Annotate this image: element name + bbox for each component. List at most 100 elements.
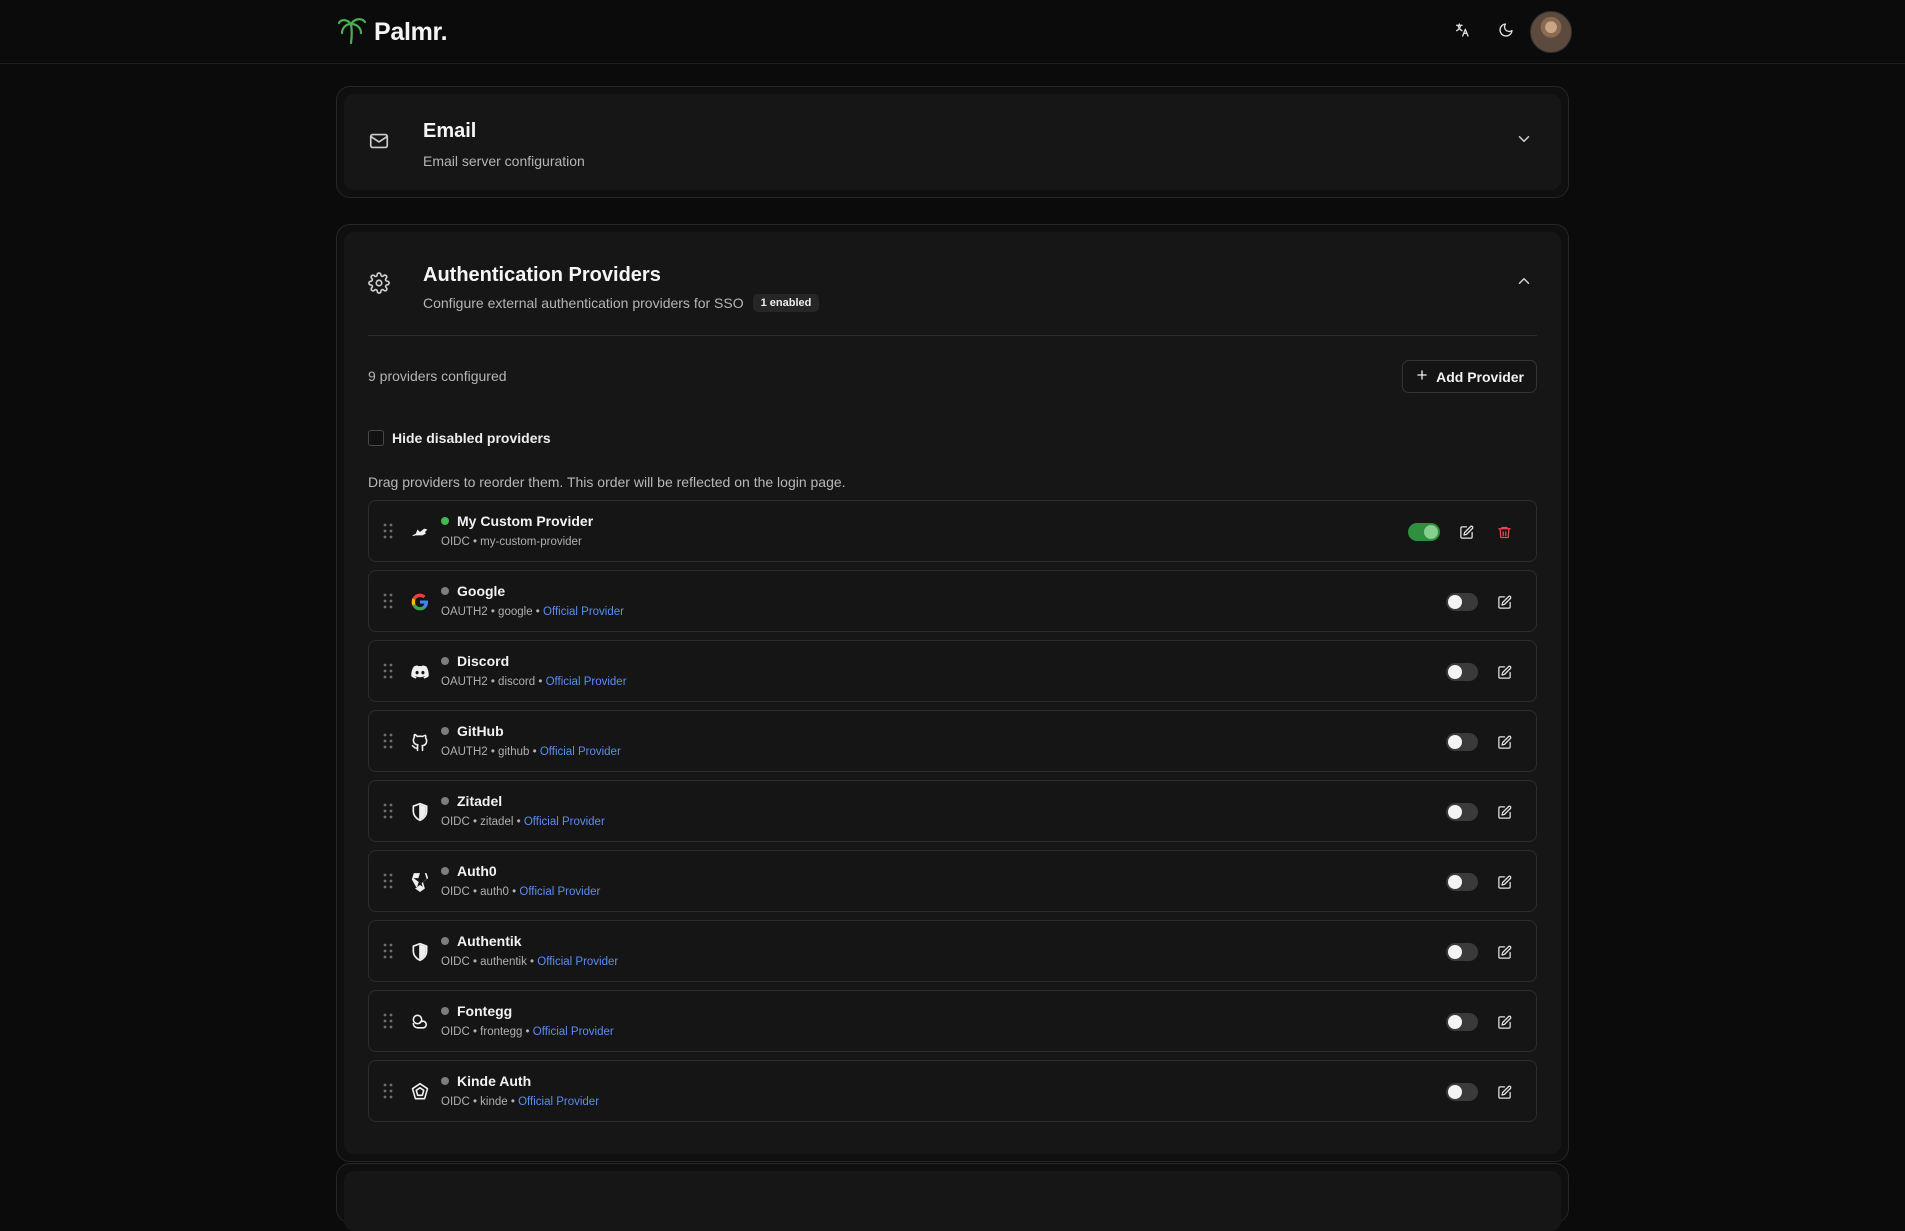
email-section: Email Email server configuration	[344, 94, 1561, 190]
official-provider-label: Official Provider	[532, 1026, 614, 1038]
theme-toggle-button[interactable]	[1484, 10, 1528, 54]
provider-actions	[1446, 660, 1516, 684]
provider-name: My Custom Provider	[457, 513, 594, 529]
provider-type-slug: OAUTH2 • github •	[441, 746, 540, 758]
hide-disabled-checkbox[interactable]	[368, 430, 384, 446]
user-avatar[interactable]	[1530, 11, 1572, 53]
provider-enable-toggle[interactable]	[1446, 663, 1478, 681]
provider-enable-toggle[interactable]	[1446, 803, 1478, 821]
provider-meta: OAUTH2 • github • Official Provider	[441, 746, 621, 758]
add-provider-label: Add Provider	[1436, 368, 1524, 385]
drag-handle-icon[interactable]	[383, 1013, 393, 1034]
auth0-icon	[409, 871, 431, 893]
provider-row-auth0[interactable]: Auth0 OIDC • auth0 • Official Provider	[368, 850, 1537, 912]
trash-icon[interactable]	[1492, 520, 1516, 544]
gear-icon	[368, 272, 390, 299]
provider-type-slug: OIDC • kinde •	[441, 1096, 519, 1108]
top-bar: Palmr.	[0, 0, 1905, 64]
zitadel-shield-icon	[409, 801, 431, 823]
provider-meta: OIDC • authentik • Official Provider	[441, 956, 618, 968]
official-provider-label: Official Provider	[519, 886, 601, 898]
brand-name: Palmr.	[374, 18, 448, 46]
provider-type-slug: OIDC • my-custom-provider	[441, 536, 582, 548]
hide-disabled-label[interactable]: Hide disabled providers	[392, 430, 551, 446]
provider-row-zitadel[interactable]: Zitadel OIDC • zitadel • Official Provid…	[368, 780, 1537, 842]
drag-handle-icon[interactable]	[383, 803, 393, 824]
edit-icon[interactable]	[1492, 800, 1516, 824]
drag-handle-icon[interactable]	[383, 523, 393, 544]
provider-row-kinde[interactable]: Kinde Auth OIDC • kinde • Official Provi…	[368, 1060, 1537, 1122]
provider-row-my-custom-provider[interactable]: My Custom Provider OIDC • my-custom-prov…	[368, 500, 1537, 562]
drag-handle-icon[interactable]	[383, 593, 393, 614]
edit-icon[interactable]	[1492, 1080, 1516, 1104]
provider-row-frontegg[interactable]: Fontegg OIDC • frontegg • Official Provi…	[368, 990, 1537, 1052]
edit-icon[interactable]	[1454, 520, 1478, 544]
provider-actions	[1446, 1080, 1516, 1104]
toggle-knob	[1424, 525, 1438, 539]
provider-name: Authentik	[457, 933, 522, 949]
toggle-knob	[1448, 1085, 1462, 1099]
edit-icon[interactable]	[1492, 590, 1516, 614]
toggle-knob	[1448, 945, 1462, 959]
provider-actions	[1446, 730, 1516, 754]
provider-enable-toggle[interactable]	[1446, 873, 1478, 891]
provider-enable-toggle[interactable]	[1446, 1013, 1478, 1031]
provider-name: Zitadel	[457, 793, 503, 809]
drag-handle-icon[interactable]	[383, 943, 393, 964]
status-dot	[441, 1077, 449, 1085]
provider-name-line: Google	[441, 583, 505, 599]
provider-actions	[1446, 940, 1516, 964]
drag-hint: Drag providers to reorder them. This ord…	[368, 474, 846, 490]
provider-meta: OIDC • zitadel • Official Provider	[441, 816, 605, 828]
email-section-header[interactable]: Email Email server configuration	[344, 94, 1561, 190]
provider-row-github[interactable]: GitHub OAUTH2 • github • Official Provid…	[368, 710, 1537, 772]
provider-enable-toggle[interactable]	[1446, 593, 1478, 611]
status-dot	[441, 727, 449, 735]
status-dot	[441, 797, 449, 805]
chevron-down-icon[interactable]	[1515, 130, 1533, 153]
auth-section-header[interactable]: Authentication Providers Configure exter…	[344, 232, 1561, 335]
provider-name: Discord	[457, 653, 510, 669]
provider-row-google[interactable]: Google OAUTH2 • google • Official Provid…	[368, 570, 1537, 632]
translate-button[interactable]	[1440, 10, 1484, 54]
auth-description-text: Configure external authentication provid…	[423, 295, 744, 311]
add-provider-button[interactable]: Add Provider	[1402, 360, 1537, 393]
provider-name-line: Authentik	[441, 933, 522, 949]
edit-icon[interactable]	[1492, 870, 1516, 894]
drag-handle-icon[interactable]	[383, 873, 393, 894]
provider-row-authentik[interactable]: Authentik OIDC • authentik • Official Pr…	[368, 920, 1537, 982]
drag-handle-icon[interactable]	[383, 733, 393, 754]
edit-icon[interactable]	[1492, 940, 1516, 964]
provider-meta: OIDC • kinde • Official Provider	[441, 1096, 599, 1108]
kinde-icon	[409, 1081, 431, 1103]
drag-handle-icon[interactable]	[383, 663, 393, 684]
authentik-shield-icon	[409, 941, 431, 963]
providers-count: 9 providers configured	[368, 368, 507, 384]
provider-actions	[1446, 1010, 1516, 1034]
edit-icon[interactable]	[1492, 730, 1516, 754]
provider-enable-toggle[interactable]	[1446, 733, 1478, 751]
brand[interactable]: Palmr.	[336, 14, 448, 51]
toggle-knob	[1448, 595, 1462, 609]
google-icon	[409, 591, 431, 613]
toggle-knob	[1448, 1015, 1462, 1029]
moon-icon	[1498, 22, 1514, 43]
edit-icon[interactable]	[1492, 1010, 1516, 1034]
email-section-description: Email server configuration	[423, 153, 585, 169]
provider-enable-toggle[interactable]	[1446, 943, 1478, 961]
provider-enable-toggle[interactable]	[1408, 523, 1440, 541]
edit-icon[interactable]	[1492, 660, 1516, 684]
provider-list: My Custom Provider OIDC • my-custom-prov…	[344, 500, 1561, 1154]
provider-name: Fontegg	[457, 1003, 513, 1019]
toggle-knob	[1448, 665, 1462, 679]
provider-meta: OIDC • frontegg • Official Provider	[441, 1026, 614, 1038]
provider-type-slug: OAUTH2 • google •	[441, 606, 544, 618]
provider-enable-toggle[interactable]	[1446, 1083, 1478, 1101]
chevron-up-icon[interactable]	[1515, 272, 1533, 295]
provider-actions	[1446, 870, 1516, 894]
drag-handle-icon[interactable]	[383, 1083, 393, 1104]
toggle-knob	[1448, 875, 1462, 889]
github-icon	[409, 731, 431, 753]
provider-row-discord[interactable]: Discord OAUTH2 • discord • Official Prov…	[368, 640, 1537, 702]
palm-tree-icon	[336, 14, 368, 51]
